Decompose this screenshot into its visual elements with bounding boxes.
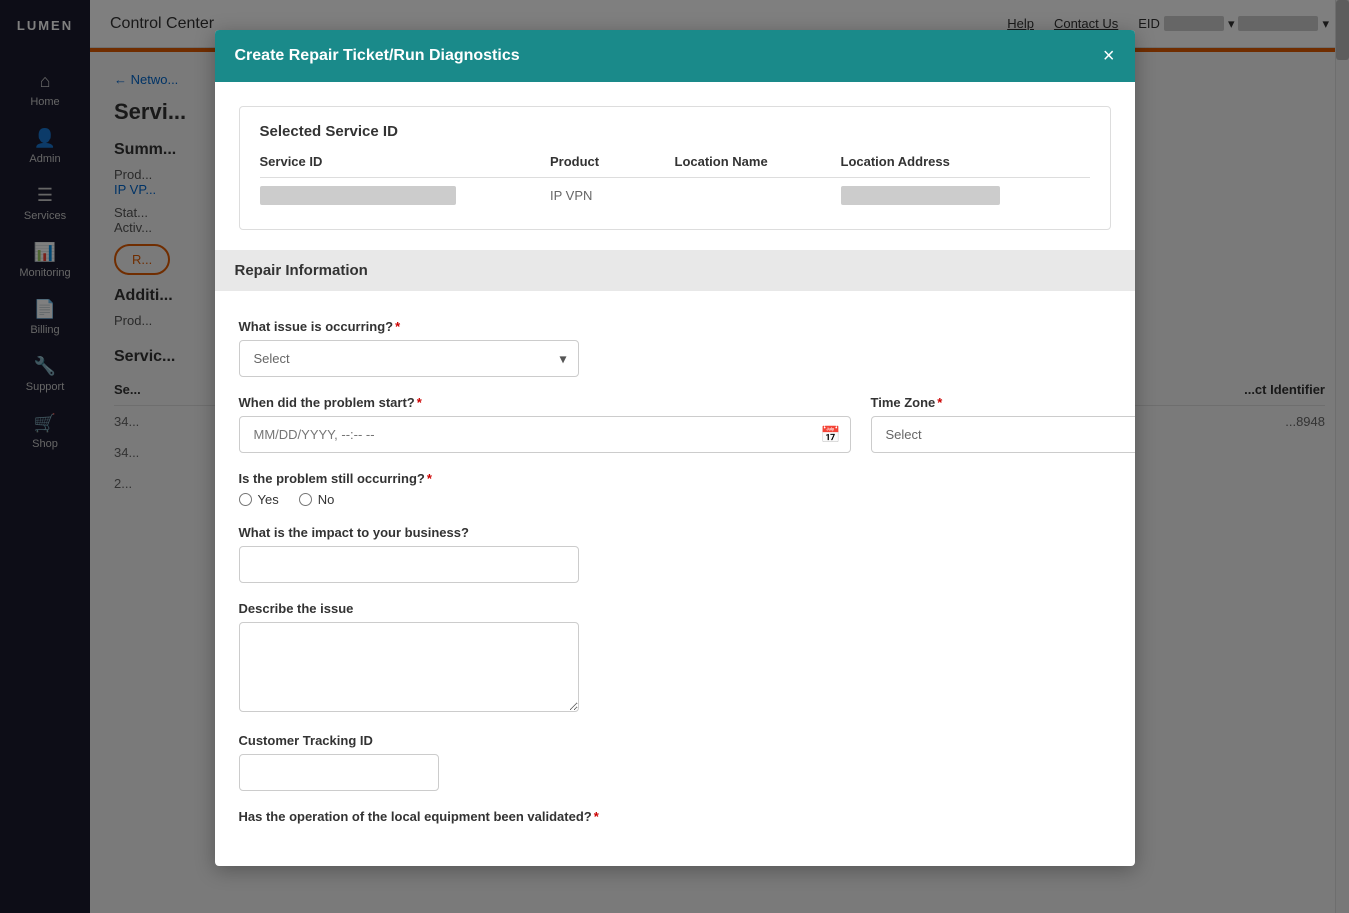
location-name-value	[675, 178, 841, 214]
col-location-name: Location Name	[675, 154, 841, 178]
yes-label: Yes	[258, 492, 279, 507]
timezone-group: Time Zone* Select ▾	[871, 395, 1111, 453]
still-occurring-group: Is the problem still occurring?* Yes No	[239, 471, 1111, 507]
timezone-select[interactable]: Select	[871, 416, 1135, 453]
required-star: *	[594, 809, 599, 824]
yes-radio-label[interactable]: Yes	[239, 492, 279, 507]
no-radio[interactable]	[299, 493, 312, 506]
location-address-value: ████████████████	[841, 178, 1090, 214]
timezone-label: Time Zone*	[871, 395, 1111, 410]
service-table: Service ID Product Location Name Locatio…	[260, 154, 1090, 213]
describe-label: Describe the issue	[239, 601, 1111, 616]
yes-radio[interactable]	[239, 493, 252, 506]
modal-header: Create Repair Ticket/Run Diagnostics ×	[215, 30, 1135, 82]
required-star: *	[427, 471, 432, 486]
no-radio-label[interactable]: No	[299, 492, 335, 507]
problem-start-label: When did the problem start?*	[239, 395, 851, 410]
tracking-label: Customer Tracking ID	[239, 733, 1111, 748]
modal-title: Create Repair Ticket/Run Diagnostics	[235, 47, 520, 65]
product-value: IP VPN	[550, 178, 675, 214]
problem-start-group: When did the problem start?* 📅	[239, 395, 851, 453]
modal-overlay: Create Repair Ticket/Run Diagnostics × S…	[0, 0, 1349, 913]
issue-field-group: What issue is occurring?* Select ▾	[239, 319, 1111, 377]
issue-label: What issue is occurring?*	[239, 319, 1111, 334]
describe-group: Describe the issue	[239, 601, 1111, 715]
local-equipment-group: Has the operation of the local equipment…	[239, 809, 1111, 824]
describe-textarea[interactable]	[239, 622, 579, 712]
service-table-row: ████████████████████ IP VPN ████████████…	[260, 178, 1090, 214]
modal: Create Repair Ticket/Run Diagnostics × S…	[215, 30, 1135, 866]
repair-info-title: Repair Information	[235, 262, 1115, 279]
datetime-wrapper: 📅	[239, 416, 851, 453]
still-occurring-label: Is the problem still occurring?*	[239, 471, 1111, 486]
service-id-section: Selected Service ID Service ID Product L…	[239, 106, 1111, 230]
modal-body: Selected Service ID Service ID Product L…	[215, 82, 1135, 866]
location-address-blurred: ████████████████	[841, 186, 1000, 205]
required-star: *	[937, 395, 942, 410]
modal-close-button[interactable]: ×	[1103, 46, 1115, 66]
impact-label: What is the impact to your business?	[239, 525, 1111, 540]
issue-select-wrapper: Select ▾	[239, 340, 579, 377]
timezone-col: Time Zone* Select ▾	[871, 395, 1111, 471]
required-star: *	[417, 395, 422, 410]
datetime-timezone-row: When did the problem start?* 📅 Time Zone…	[239, 395, 1111, 471]
still-occurring-radio-group: Yes No	[239, 492, 1111, 507]
tracking-group: Customer Tracking ID	[239, 733, 1111, 791]
col-product: Product	[550, 154, 675, 178]
problem-start-input[interactable]	[239, 416, 851, 453]
service-id-section-title: Selected Service ID	[260, 123, 1090, 140]
required-star: *	[395, 319, 400, 334]
service-id-blurred: ████████████████████	[260, 186, 456, 205]
no-label: No	[318, 492, 335, 507]
tracking-input[interactable]	[239, 754, 439, 791]
col-location-address: Location Address	[841, 154, 1090, 178]
col-service-id: Service ID	[260, 154, 551, 178]
issue-select[interactable]: Select	[239, 340, 579, 377]
problem-start-col: When did the problem start?* 📅	[239, 395, 851, 471]
service-id-value: ████████████████████	[260, 178, 551, 214]
timezone-select-wrapper: Select ▾	[871, 416, 1135, 453]
impact-input[interactable]	[239, 546, 579, 583]
local-equipment-label: Has the operation of the local equipment…	[239, 809, 1111, 824]
repair-form: What issue is occurring?* Select ▾	[239, 311, 1111, 824]
repair-info-header: Repair Information	[215, 250, 1135, 291]
impact-group: What is the impact to your business?	[239, 525, 1111, 583]
